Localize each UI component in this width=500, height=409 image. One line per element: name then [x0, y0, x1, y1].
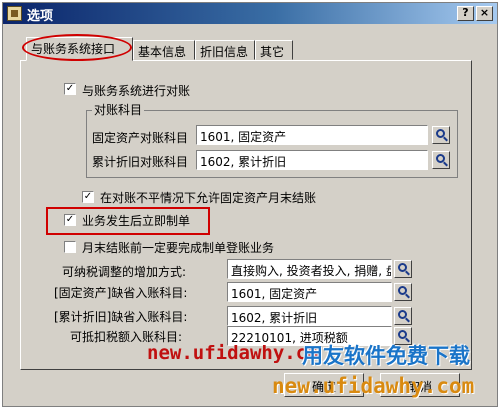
reconcile-checkbox[interactable]: ✓	[64, 83, 76, 95]
fixed-asset-default-field[interactable]: 1601, 固定资产	[227, 282, 392, 302]
window-title: 选项	[27, 9, 54, 24]
immediate-voucher-checkbox[interactable]: ✓	[64, 214, 76, 226]
watermark-slogan: 用友软件免费下载	[302, 344, 470, 368]
accum-dep-account-field[interactable]: 1602, 累计折旧	[196, 150, 428, 170]
allow-close-checkbox[interactable]: ✓	[82, 191, 94, 203]
fixed-asset-default-label: [固定资产]缺省入账科目:	[54, 286, 188, 300]
accum-dep-default-field[interactable]: 1602, 累计折旧	[227, 306, 392, 326]
search-icon[interactable]	[432, 151, 450, 169]
immediate-voucher-label: 业务发生后立即制单	[82, 214, 191, 228]
allow-close-label: 在对账不平情况下允许固定资产月末结账	[100, 191, 317, 205]
search-icon[interactable]	[394, 283, 412, 301]
group-title: 对账科目	[92, 101, 145, 118]
tab-annotation-circle	[22, 34, 132, 61]
accum-dep-default-label: [累计折旧]缺省入账科目:	[54, 310, 188, 324]
tab-depreciation-info[interactable]: 折旧信息	[195, 40, 255, 60]
title-bar: 选项 ? ×	[3, 3, 497, 24]
help-button[interactable]: ?	[457, 6, 474, 21]
tab-basic-info[interactable]: 基本信息	[133, 40, 195, 60]
accum-dep-account-label: 累计折旧对账科目	[92, 155, 189, 169]
taxable-add-method-label: 可纳税调整的增加方式:	[62, 265, 187, 279]
month-end-label: 月末结账前一定要完成制单登账业务	[82, 241, 275, 255]
reconcile-label: 与账务系统进行对账	[82, 84, 191, 98]
fixed-asset-account-label: 固定资产对账科目	[92, 131, 189, 145]
watermark-url-2: new.ufidawhy.com	[272, 374, 475, 398]
tab-other[interactable]: 其它	[255, 40, 293, 60]
fixed-asset-account-field[interactable]: 1601, 固定资产	[196, 125, 428, 145]
taxable-add-method-field[interactable]: 直接购入, 投资者投入, 捐赠, 盘	[227, 259, 392, 279]
month-end-checkbox[interactable]	[64, 241, 76, 253]
search-icon[interactable]	[394, 307, 412, 325]
close-button[interactable]: ×	[476, 6, 493, 21]
app-icon	[7, 6, 22, 21]
search-icon[interactable]	[432, 126, 450, 144]
watermark-url: new.ufidawhy.co	[147, 342, 319, 364]
search-icon[interactable]	[394, 260, 412, 278]
